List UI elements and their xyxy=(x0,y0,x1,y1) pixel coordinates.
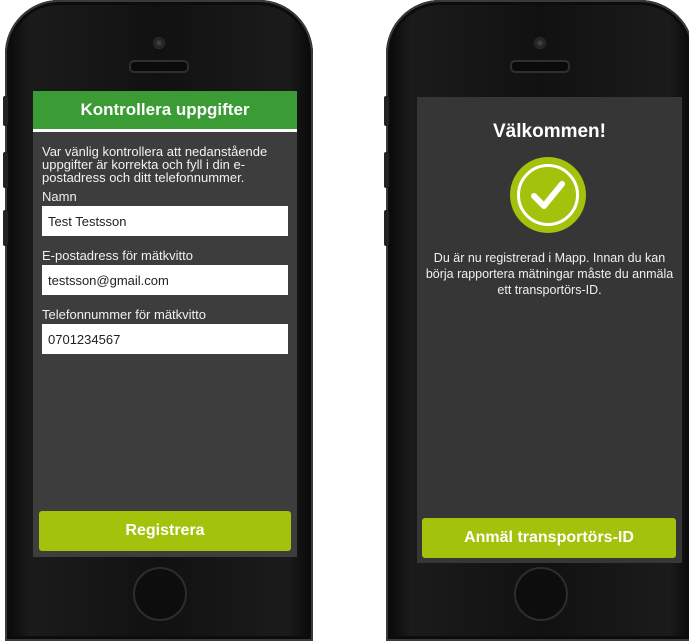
speaker-grille xyxy=(510,60,570,73)
side-button xyxy=(384,210,389,246)
email-label: E-postadress för mätkvitto xyxy=(42,248,193,263)
camera-icon xyxy=(153,37,165,49)
home-button[interactable] xyxy=(514,567,568,621)
check-circle-icon xyxy=(510,157,586,233)
name-field[interactable]: Test Testsson xyxy=(42,206,288,236)
phone-label: Telefonnummer för mätkvitto xyxy=(42,307,207,322)
intro-text: Var vänlig kontrollera att nedanstående … xyxy=(42,144,268,185)
side-button xyxy=(3,152,8,188)
welcome-message: Du är nu registrerad i Mapp. Innan du ka… xyxy=(425,251,674,297)
speaker-grille xyxy=(129,60,189,73)
side-button xyxy=(384,96,389,126)
phone-frame-left: Kontrollera uppgifter Var vänlig kontrol… xyxy=(3,0,313,641)
check-ring xyxy=(517,164,579,226)
checkmark-icon xyxy=(531,181,565,209)
screen-welcome: Välkommen! Du är nu registrerad i Mapp. … xyxy=(417,97,682,563)
welcome-title: Välkommen! xyxy=(493,121,606,142)
phone-frame-right: Välkommen! Du är nu registrerad i Mapp. … xyxy=(384,0,689,641)
side-button xyxy=(3,210,8,246)
email-field[interactable]: testsson@gmail.com xyxy=(42,265,288,295)
camera-icon xyxy=(534,37,546,49)
home-button[interactable] xyxy=(133,567,187,621)
page-title: Kontrollera uppgifter xyxy=(33,91,297,132)
side-button xyxy=(384,152,389,188)
name-label: Namn xyxy=(42,189,77,204)
side-button xyxy=(3,96,8,126)
screen-verify-details: Kontrollera uppgifter Var vänlig kontrol… xyxy=(33,91,297,557)
register-transporter-id-button[interactable]: Anmäl transportörs-ID xyxy=(422,518,676,558)
register-button[interactable]: Registrera xyxy=(39,511,291,551)
phone-field[interactable]: 0701234567 xyxy=(42,324,288,354)
